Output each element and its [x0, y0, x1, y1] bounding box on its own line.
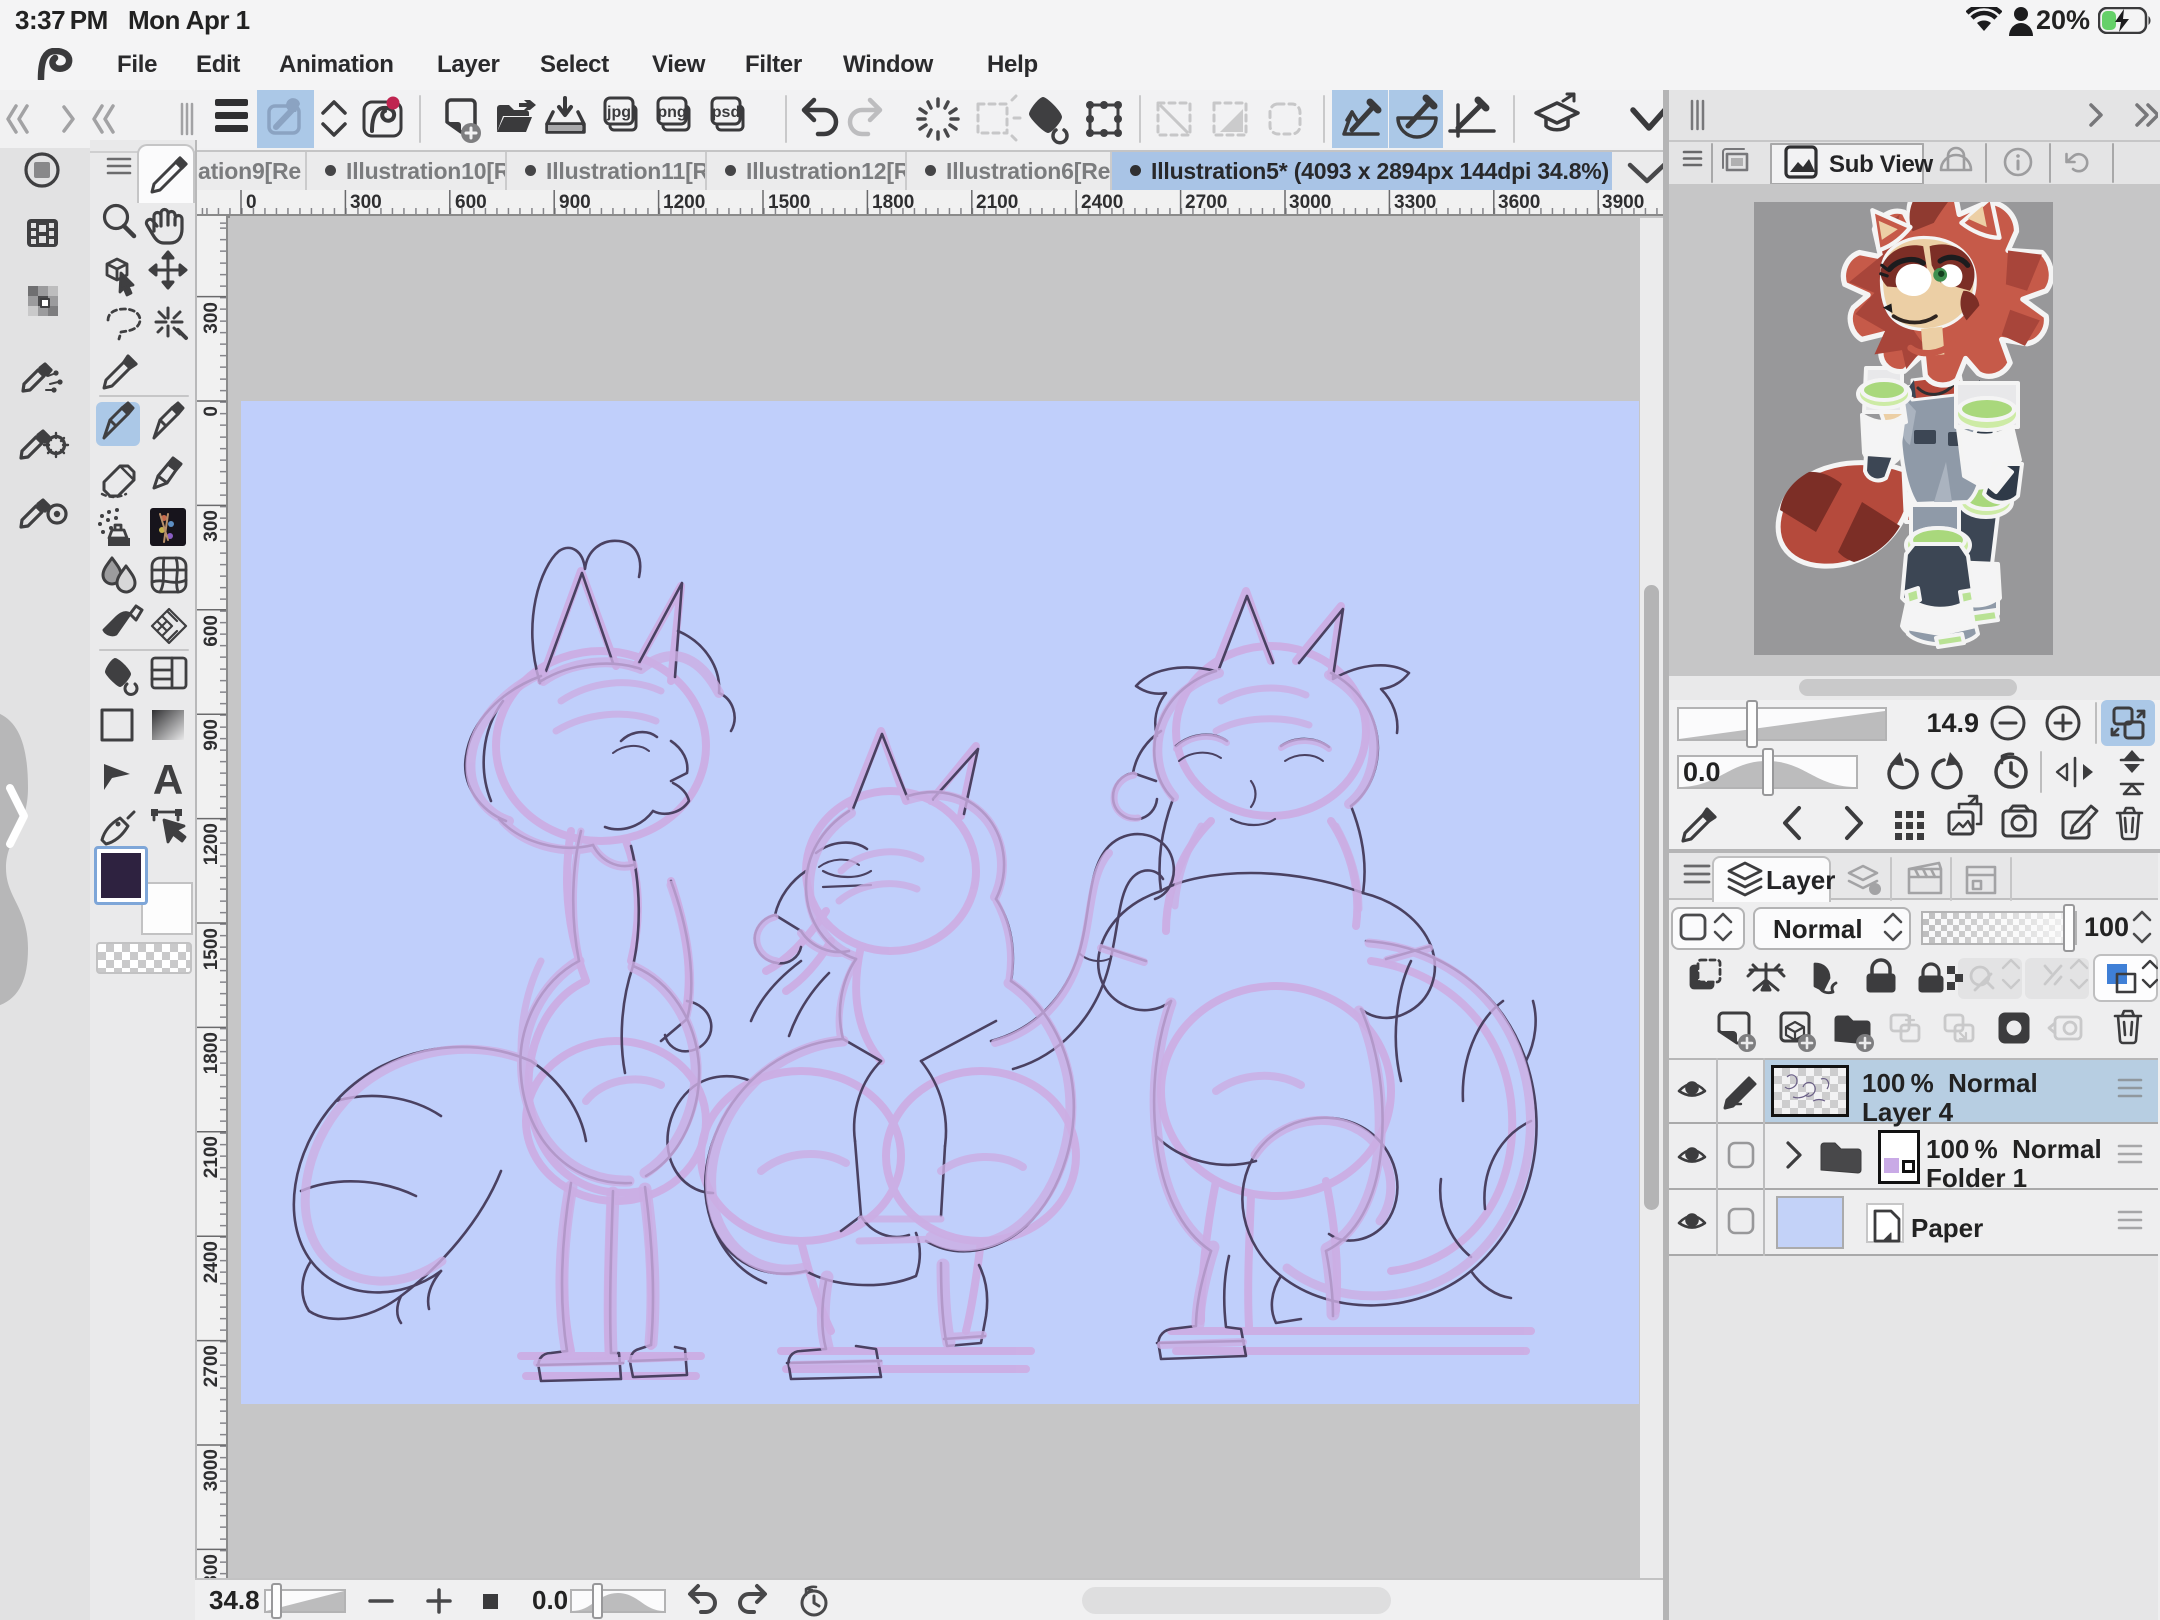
svg-text:3600: 3600: [1498, 192, 1540, 213]
svg-text:3300: 3300: [201, 1554, 222, 1578]
svg-text:2400: 2400: [1081, 192, 1123, 213]
svg-text:300: 300: [350, 192, 382, 213]
svg-text:3000: 3000: [201, 1449, 222, 1491]
svg-text:Layer: Layer: [1766, 865, 1835, 895]
svg-text:600: 600: [455, 192, 487, 213]
svg-text:A: A: [153, 756, 183, 803]
svg-text:1200: 1200: [201, 823, 222, 865]
svg-text:1500: 1500: [201, 928, 222, 970]
svg-text:2100: 2100: [201, 1136, 222, 1178]
svg-text:2100: 2100: [976, 192, 1018, 213]
svg-text:2400: 2400: [201, 1241, 222, 1283]
svg-text:3900: 3900: [1602, 192, 1644, 213]
svg-text:300: 300: [201, 510, 222, 542]
svg-text:600: 600: [201, 615, 222, 647]
svg-text:psd: psd: [712, 104, 740, 121]
svg-text:3000: 3000: [1289, 192, 1331, 213]
svg-text:2700: 2700: [201, 1345, 222, 1387]
svg-text:png: png: [657, 104, 686, 121]
svg-text:3300: 3300: [1394, 192, 1436, 213]
svg-text:900: 900: [559, 192, 591, 213]
svg-text:1800: 1800: [201, 1032, 222, 1074]
svg-text:1800: 1800: [872, 192, 914, 213]
svg-text:0: 0: [201, 406, 222, 417]
svg-text:1500: 1500: [768, 192, 810, 213]
svg-text:900: 900: [201, 719, 222, 751]
svg-text:jpg: jpg: [606, 104, 631, 121]
svg-text:1200: 1200: [663, 192, 705, 213]
svg-text:300: 300: [201, 302, 222, 334]
svg-text:2700: 2700: [1185, 192, 1227, 213]
svg-text:0: 0: [246, 192, 257, 213]
svg-text:Sub View: Sub View: [1829, 151, 1933, 178]
